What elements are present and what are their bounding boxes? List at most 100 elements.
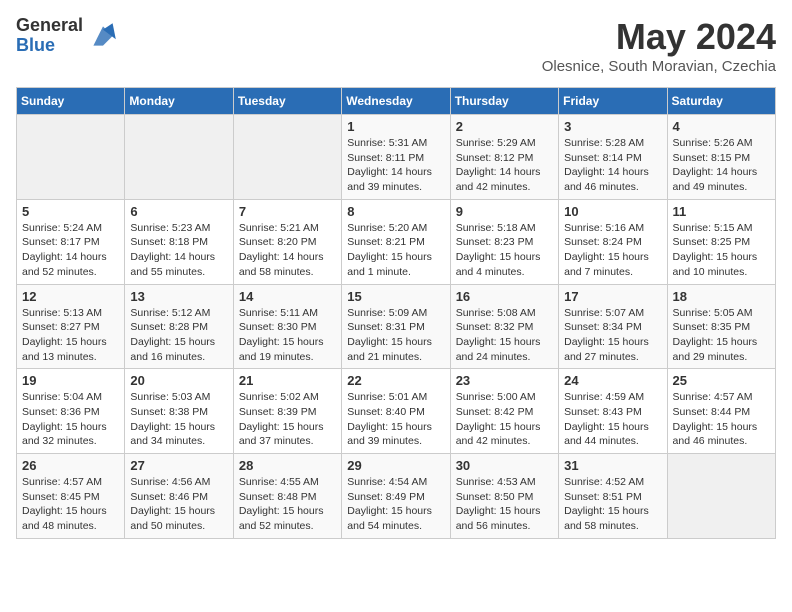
day-number: 8	[347, 204, 444, 219]
weekday-header-thursday: Thursday	[450, 88, 558, 115]
day-number: 5	[22, 204, 119, 219]
calendar-cell	[17, 115, 125, 200]
day-info: Sunrise: 5:20 AM Sunset: 8:21 PM Dayligh…	[347, 221, 444, 280]
day-info: Sunrise: 4:59 AM Sunset: 8:43 PM Dayligh…	[564, 390, 661, 449]
weekday-header-tuesday: Tuesday	[233, 88, 341, 115]
calendar-cell: 18Sunrise: 5:05 AM Sunset: 8:35 PM Dayli…	[667, 284, 775, 369]
calendar-table: SundayMondayTuesdayWednesdayThursdayFrid…	[16, 87, 776, 539]
calendar-cell: 27 Sunrise: 4:56 AM Sunset: 8:46 PM Dayli…	[125, 454, 233, 539]
weekday-header-wednesday: Wednesday	[342, 88, 450, 115]
weekday-header-monday: Monday	[125, 88, 233, 115]
calendar-cell: 23 Sunrise: 5:00 AM Sunset: 8:42 PM Dayli…	[450, 369, 558, 454]
calendar-week-row: 1 Sunrise: 5:31 AM Sunset: 8:11 PM Daylig…	[17, 115, 776, 200]
calendar-cell: 15 Sunrise: 5:09 AM Sunset: 8:31 PM Dayli…	[342, 284, 450, 369]
calendar-cell: 28 Sunrise: 4:55 AM Sunset: 8:48 PM Dayli…	[233, 454, 341, 539]
logo-icon	[87, 20, 119, 52]
calendar-cell: 3 Sunrise: 5:28 AM Sunset: 8:14 PM Daylig…	[559, 115, 667, 200]
weekday-header-friday: Friday	[559, 88, 667, 115]
day-info: Sunrise: 5:29 AM Sunset: 8:12 PM Dayligh…	[456, 136, 553, 195]
calendar-cell: 13Sunrise: 5:12 AM Sunset: 8:28 PM Dayli…	[125, 284, 233, 369]
day-info: Sunrise: 4:56 AM Sunset: 8:46 PM Dayligh…	[130, 475, 227, 534]
day-info: Sunrise: 5:31 AM Sunset: 8:11 PM Dayligh…	[347, 136, 444, 195]
calendar-week-row: 19Sunrise: 5:04 AM Sunset: 8:36 PM Dayli…	[17, 369, 776, 454]
day-info: Sunrise: 5:09 AM Sunset: 8:31 PM Dayligh…	[347, 306, 444, 365]
page-header: General Blue May 2024 Olesnice, South Mo…	[16, 16, 776, 75]
calendar-cell: 12 Sunrise: 5:13 AM Sunset: 8:27 PM Dayli…	[17, 284, 125, 369]
calendar-cell: 7 Sunrise: 5:21 AM Sunset: 8:20 PM Daylig…	[233, 199, 341, 284]
day-info: Sunrise: 5:08 AM Sunset: 8:32 PM Dayligh…	[456, 306, 553, 365]
calendar-cell: 1 Sunrise: 5:31 AM Sunset: 8:11 PM Daylig…	[342, 115, 450, 200]
day-info: Sunrise: 5:11 AM Sunset: 8:30 PM Dayligh…	[239, 306, 336, 365]
day-info: Sunrise: 5:21 AM Sunset: 8:20 PM Dayligh…	[239, 221, 336, 280]
day-info: Sunrise: 5:05 AM Sunset: 8:35 PM Dayligh…	[673, 306, 770, 365]
day-number: 6	[130, 204, 227, 219]
day-number: 31	[564, 458, 661, 473]
day-number: 3	[564, 119, 661, 134]
calendar-cell: 9Sunrise: 5:18 AM Sunset: 8:23 PM Daylig…	[450, 199, 558, 284]
calendar-week-row: 26 Sunrise: 4:57 AM Sunset: 8:45 PM Dayli…	[17, 454, 776, 539]
day-number: 20	[130, 373, 227, 388]
day-info: Sunrise: 5:24 AM Sunset: 8:17 PM Dayligh…	[22, 221, 119, 280]
day-info: Sunrise: 4:53 AM Sunset: 8:50 PM Dayligh…	[456, 475, 553, 534]
calendar-cell: 8 Sunrise: 5:20 AM Sunset: 8:21 PM Daylig…	[342, 199, 450, 284]
calendar-cell: 22 Sunrise: 5:01 AM Sunset: 8:40 PM Dayli…	[342, 369, 450, 454]
location-subtitle: Olesnice, South Moravian, Czechia	[542, 58, 776, 75]
day-info: Sunrise: 5:23 AM Sunset: 8:18 PM Dayligh…	[130, 221, 227, 280]
logo-general-text: General	[16, 16, 83, 36]
day-number: 27	[130, 458, 227, 473]
calendar-cell: 10Sunrise: 5:16 AM Sunset: 8:24 PM Dayli…	[559, 199, 667, 284]
day-number: 19	[22, 373, 119, 388]
day-info: Sunrise: 5:01 AM Sunset: 8:40 PM Dayligh…	[347, 390, 444, 449]
calendar-cell: 25 Sunrise: 4:57 AM Sunset: 8:44 PM Dayli…	[667, 369, 775, 454]
calendar-cell: 29Sunrise: 4:54 AM Sunset: 8:49 PM Dayli…	[342, 454, 450, 539]
day-info: Sunrise: 5:07 AM Sunset: 8:34 PM Dayligh…	[564, 306, 661, 365]
calendar-cell: 2Sunrise: 5:29 AM Sunset: 8:12 PM Daylig…	[450, 115, 558, 200]
day-number: 17	[564, 289, 661, 304]
day-number: 23	[456, 373, 553, 388]
day-number: 25	[673, 373, 770, 388]
day-number: 22	[347, 373, 444, 388]
day-info: Sunrise: 4:52 AM Sunset: 8:51 PM Dayligh…	[564, 475, 661, 534]
day-info: Sunrise: 4:54 AM Sunset: 8:49 PM Dayligh…	[347, 475, 444, 534]
calendar-cell: 19Sunrise: 5:04 AM Sunset: 8:36 PM Dayli…	[17, 369, 125, 454]
day-number: 14	[239, 289, 336, 304]
calendar-cell: 21Sunrise: 5:02 AM Sunset: 8:39 PM Dayli…	[233, 369, 341, 454]
calendar-cell: 6 Sunrise: 5:23 AM Sunset: 8:18 PM Daylig…	[125, 199, 233, 284]
weekday-header-sunday: Sunday	[17, 88, 125, 115]
day-number: 26	[22, 458, 119, 473]
day-info: Sunrise: 5:28 AM Sunset: 8:14 PM Dayligh…	[564, 136, 661, 195]
day-number: 28	[239, 458, 336, 473]
calendar-week-row: 5 Sunrise: 5:24 AM Sunset: 8:17 PM Daylig…	[17, 199, 776, 284]
calendar-cell: 11Sunrise: 5:15 AM Sunset: 8:25 PM Dayli…	[667, 199, 775, 284]
day-number: 1	[347, 119, 444, 134]
calendar-cell: 30 Sunrise: 4:53 AM Sunset: 8:50 PM Dayli…	[450, 454, 558, 539]
calendar-week-row: 12 Sunrise: 5:13 AM Sunset: 8:27 PM Dayli…	[17, 284, 776, 369]
month-title: May 2024	[542, 16, 776, 58]
day-number: 24	[564, 373, 661, 388]
day-info: Sunrise: 5:13 AM Sunset: 8:27 PM Dayligh…	[22, 306, 119, 365]
day-info: Sunrise: 4:55 AM Sunset: 8:48 PM Dayligh…	[239, 475, 336, 534]
day-number: 4	[673, 119, 770, 134]
day-info: Sunrise: 4:57 AM Sunset: 8:44 PM Dayligh…	[673, 390, 770, 449]
calendar-cell: 4Sunrise: 5:26 AM Sunset: 8:15 PM Daylig…	[667, 115, 775, 200]
logo-blue-text: Blue	[16, 36, 83, 56]
calendar-cell: 24 Sunrise: 4:59 AM Sunset: 8:43 PM Dayli…	[559, 369, 667, 454]
calendar-cell: 17 Sunrise: 5:07 AM Sunset: 8:34 PM Dayli…	[559, 284, 667, 369]
day-info: Sunrise: 5:02 AM Sunset: 8:39 PM Dayligh…	[239, 390, 336, 449]
day-number: 30	[456, 458, 553, 473]
day-number: 10	[564, 204, 661, 219]
day-info: Sunrise: 4:57 AM Sunset: 8:45 PM Dayligh…	[22, 475, 119, 534]
title-section: May 2024 Olesnice, South Moravian, Czech…	[542, 16, 776, 75]
day-number: 15	[347, 289, 444, 304]
day-number: 7	[239, 204, 336, 219]
calendar-cell: 26 Sunrise: 4:57 AM Sunset: 8:45 PM Dayli…	[17, 454, 125, 539]
day-info: Sunrise: 5:00 AM Sunset: 8:42 PM Dayligh…	[456, 390, 553, 449]
logo: General Blue	[16, 16, 119, 56]
day-number: 9	[456, 204, 553, 219]
day-number: 16	[456, 289, 553, 304]
calendar-cell	[667, 454, 775, 539]
day-info: Sunrise: 5:15 AM Sunset: 8:25 PM Dayligh…	[673, 221, 770, 280]
calendar-cell: 20Sunrise: 5:03 AM Sunset: 8:38 PM Dayli…	[125, 369, 233, 454]
day-number: 12	[22, 289, 119, 304]
calendar-cell	[125, 115, 233, 200]
